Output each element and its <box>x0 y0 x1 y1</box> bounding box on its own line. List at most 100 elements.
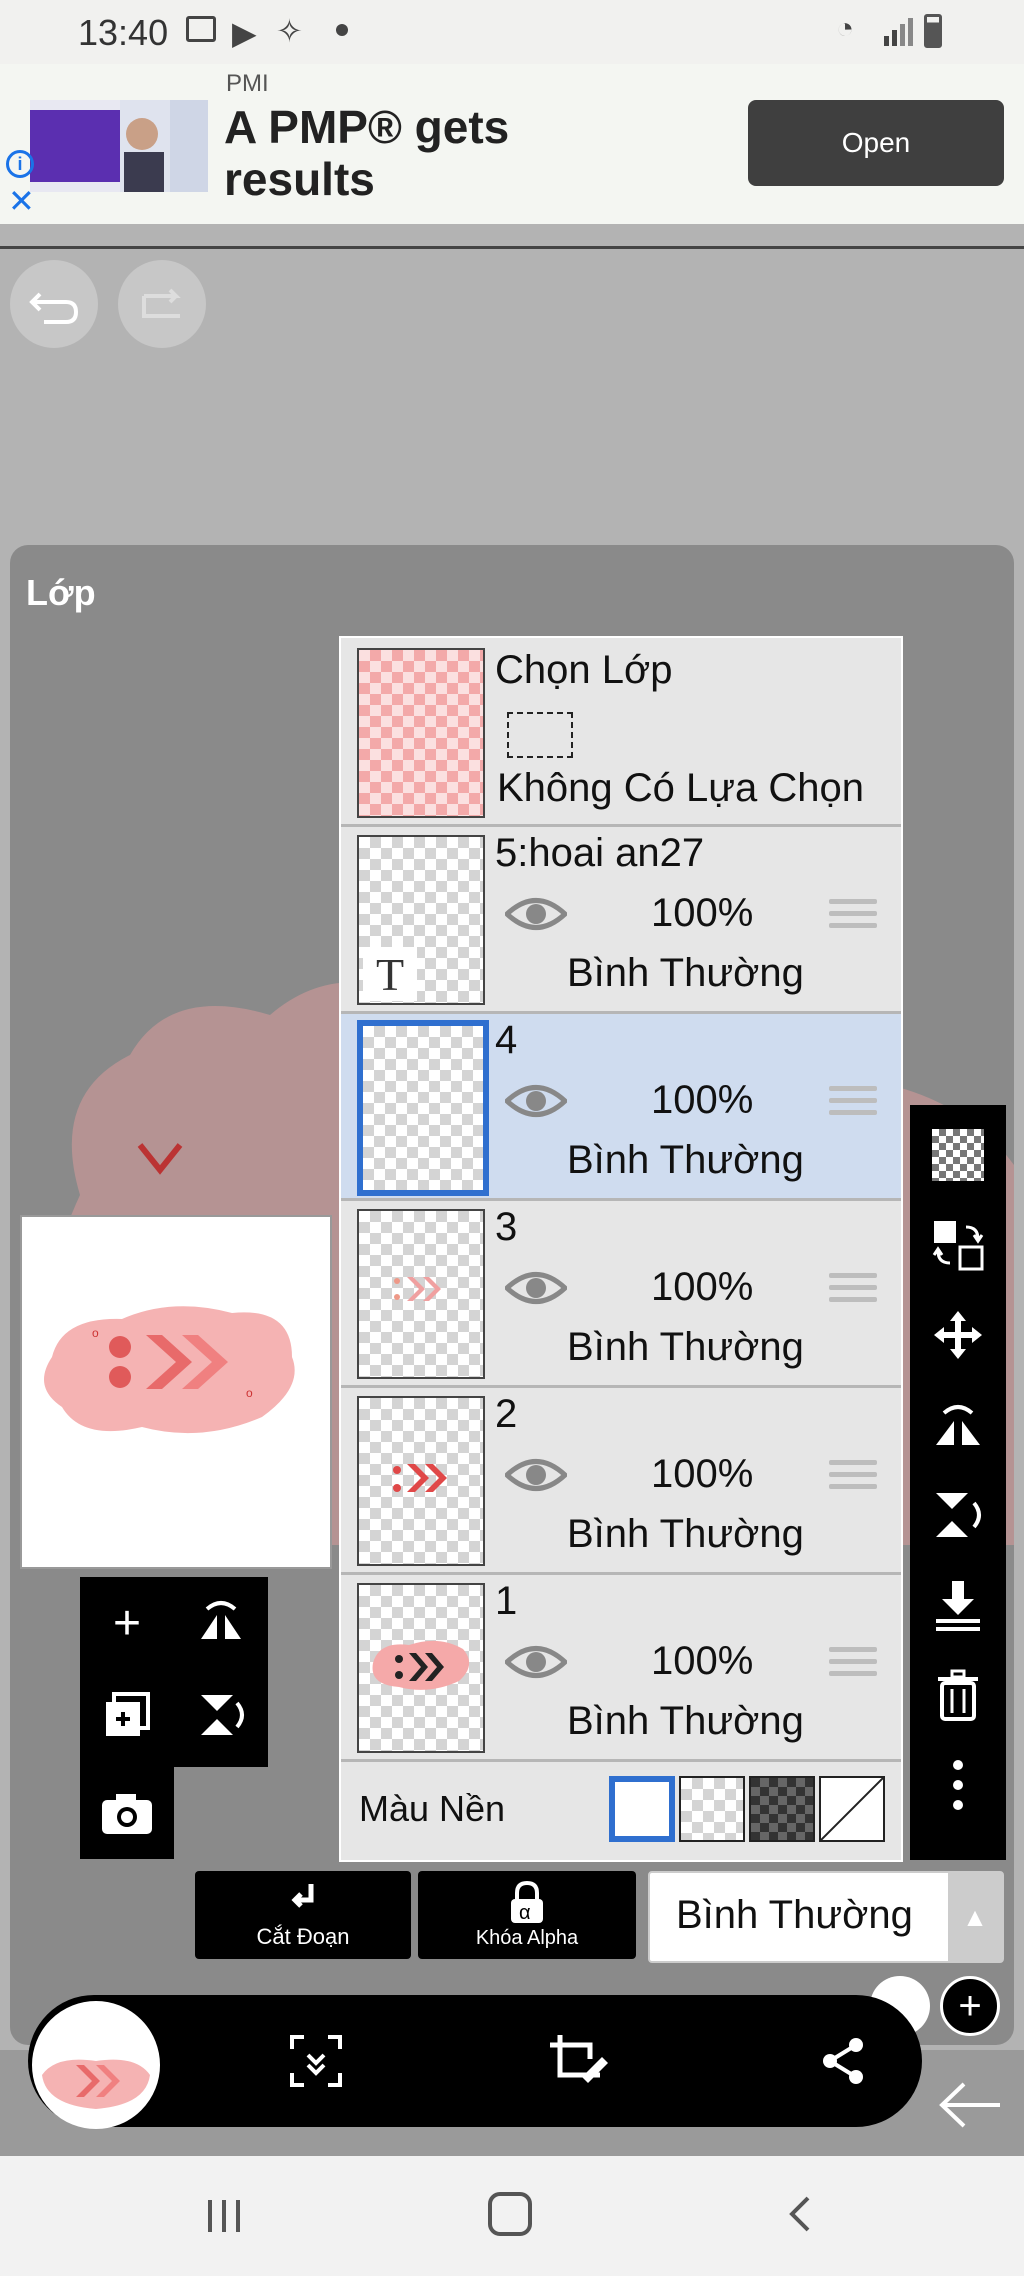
layer-thumbnail <box>357 1583 485 1753</box>
ad-open-button[interactable]: Open <box>748 100 1004 186</box>
zoom-in-icon[interactable]: + <box>940 1976 1000 2036</box>
layer-name: 1 <box>495 1579 518 1623</box>
layer-row-selected[interactable]: 4 100% Bình Thường <box>341 1014 901 1201</box>
flip-horizontal-icon[interactable] <box>928 1395 988 1455</box>
background-row: Màu Nền <box>341 1762 901 1858</box>
camera-icon[interactable] <box>92 1778 162 1848</box>
background-label: Màu Nền <box>359 1788 506 1829</box>
status-bar: 13:40 ▶ ✧ ◔ <box>0 0 1024 64</box>
clipping-button[interactable]: Cắt Đoạn <box>195 1871 411 1959</box>
layer-opacity[interactable]: 100% <box>651 1452 753 1497</box>
battery-icon <box>924 14 942 48</box>
signal-icon <box>884 16 914 46</box>
layer-name: 5:hoai an27 <box>495 831 705 875</box>
alpha-lock-label: Khóa Alpha <box>475 1926 579 1949</box>
drag-handle-icon[interactable] <box>829 1460 877 1500</box>
bg-transparent-swatch[interactable] <box>679 1776 745 1842</box>
selection-status: Không Có Lựa Chọn <box>497 766 865 810</box>
flip-vertical-icon[interactable] <box>928 1485 988 1545</box>
visibility-eye-icon[interactable] <box>505 1267 567 1309</box>
floating-toolbar <box>28 1995 922 2129</box>
layer-thumbnail <box>357 1020 489 1196</box>
ad-headline-line2: results <box>224 153 375 205</box>
layer-list: Chọn Lớp Không Có Lựa Chọn T 5:hoai an27… <box>339 636 903 1862</box>
undo-button[interactable] <box>10 260 98 348</box>
layer-thumbnail: T <box>357 835 485 1005</box>
layer-name: 4 <box>495 1018 518 1062</box>
swap-layer-icon[interactable] <box>928 1215 988 1275</box>
back-icon[interactable] <box>780 2192 820 2236</box>
layer-blend-mode: Bình Thường <box>567 1138 804 1182</box>
layer-opacity[interactable]: 100% <box>651 1639 753 1684</box>
ad-close-icon[interactable]: ✕ <box>8 182 35 220</box>
home-icon[interactable] <box>488 2192 532 2236</box>
visibility-eye-icon[interactable] <box>505 1454 567 1496</box>
visibility-eye-icon[interactable] <box>505 1080 567 1122</box>
redo-button[interactable] <box>118 260 206 348</box>
artwork-thumbnail[interactable] <box>32 2001 160 2129</box>
layer-name: 2 <box>495 1392 518 1436</box>
svg-text:o: o <box>246 1386 253 1400</box>
layer-opacity[interactable]: 100% <box>651 891 753 936</box>
bg-white-swatch[interactable] <box>609 1776 675 1842</box>
alpha-lock-icon: α <box>511 1880 543 1924</box>
layer-opacity[interactable]: 100% <box>651 1265 753 1310</box>
clipping-arrow-icon <box>291 1884 314 1908</box>
gallery-icon <box>186 16 216 42</box>
alpha-lock-button[interactable]: α Khóa Alpha <box>418 1871 636 1959</box>
svg-text:o: o <box>92 1326 99 1340</box>
share-icon[interactable] <box>818 2035 870 2087</box>
recent-apps-icon[interactable] <box>204 2196 244 2236</box>
right-toolbar <box>910 1105 1006 1860</box>
layer-blend-mode: Bình Thường <box>567 1325 804 1369</box>
duplicate-layer-icon[interactable] <box>92 1680 162 1750</box>
flip-horizontal-icon[interactable] <box>186 1588 256 1658</box>
layer-opacity[interactable]: 100% <box>651 1078 753 1123</box>
status-time: 13:40 <box>78 12 169 53</box>
trash-icon[interactable] <box>928 1665 988 1725</box>
blend-mode-arrow-icon: ▲ <box>948 1873 1002 1961</box>
transparency-checker-icon[interactable] <box>928 1125 988 1185</box>
wifi-icon: ◔ <box>836 12 855 45</box>
blend-mode-select[interactable]: Bình Thường ▲ <box>648 1871 1004 1963</box>
ad-brand: PMI <box>226 70 269 97</box>
selection-marquee-icon <box>507 712 573 758</box>
merge-down-icon[interactable] <box>928 1575 988 1635</box>
layer-thumbnail <box>357 1209 485 1379</box>
more-vertical-icon[interactable] <box>928 1755 988 1815</box>
selection-thumbnail <box>357 648 485 818</box>
select-layer-title: Chọn Lớp <box>495 648 673 692</box>
layer-row[interactable]: 2 100% Bình Thường <box>341 1388 901 1575</box>
ad-headline-line1: A PMP® gets <box>224 101 510 153</box>
bg-none-swatch[interactable] <box>819 1776 885 1842</box>
move-icon[interactable] <box>928 1305 988 1365</box>
drag-handle-icon[interactable] <box>829 1273 877 1313</box>
clipping-label: Cắt Đoạn <box>256 1924 350 1949</box>
drag-handle-icon[interactable] <box>829 1086 877 1126</box>
select-layer-row[interactable]: Chọn Lớp Không Có Lựa Chọn <box>341 638 901 827</box>
play-store-icon: ▶ <box>232 15 257 51</box>
visibility-eye-icon[interactable] <box>505 893 567 935</box>
layer-blend-mode: Bình Thường <box>567 1512 804 1556</box>
svg-text:α: α <box>519 1902 531 1924</box>
system-nav-bar <box>0 2156 1024 2276</box>
layer-name: 3 <box>495 1205 518 1249</box>
layer-blend-mode: Bình Thường <box>567 951 804 995</box>
flip-vertical-icon[interactable] <box>186 1680 256 1750</box>
layer-row[interactable]: 3 100% Bình Thường <box>341 1201 901 1388</box>
select-area-icon[interactable] <box>286 2031 346 2091</box>
layer-row[interactable]: T 5:hoai an27 100% Bình Thường <box>341 827 901 1014</box>
add-layer-icon[interactable]: + <box>92 1588 162 1658</box>
drag-handle-icon[interactable] <box>829 899 877 939</box>
layer-row[interactable]: 1 100% Bình Thường <box>341 1575 901 1762</box>
crop-edit-icon[interactable] <box>546 2031 608 2093</box>
back-arrow-icon[interactable] <box>930 2070 1010 2140</box>
ad-info-icon[interactable]: i <box>6 150 34 178</box>
ad-image <box>30 100 208 192</box>
layer-blend-mode: Bình Thường <box>567 1699 804 1743</box>
drag-handle-icon[interactable] <box>829 1647 877 1687</box>
ad-banner[interactable]: i ✕ PMI A PMP® gets results Open <box>0 64 1024 224</box>
visibility-eye-icon[interactable] <box>505 1641 567 1683</box>
canvas-preview[interactable]: o o <box>20 1215 332 1569</box>
bg-dark-checker-swatch[interactable] <box>749 1776 815 1842</box>
